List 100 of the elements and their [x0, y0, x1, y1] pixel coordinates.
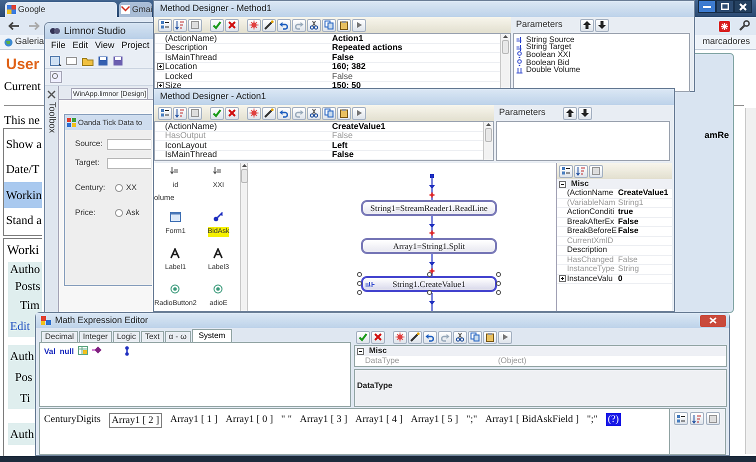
paste-button[interactable] — [337, 106, 351, 120]
menu-item[interactable]: File — [51, 39, 66, 53]
radio-button[interactable] — [115, 209, 123, 217]
move-up-button[interactable] — [580, 18, 594, 32]
expression-token[interactable]: ";" — [586, 413, 598, 426]
scrollbar[interactable] — [745, 108, 756, 454]
debug-button[interactable] — [393, 330, 407, 344]
cancel-button[interactable] — [225, 18, 239, 32]
text-field[interactable] — [107, 138, 151, 150]
property-row[interactable]: IsMainThread False — [155, 150, 483, 160]
expression-token[interactable]: Array1 [ 0 ] — [226, 413, 274, 426]
undo-button[interactable] — [277, 106, 291, 120]
scroll-thumb[interactable] — [502, 40, 509, 54]
run-button[interactable] — [352, 18, 366, 32]
editor-tab[interactable]: Logic — [112, 331, 140, 342]
property-row[interactable]: Location 160; 382 — [155, 62, 500, 72]
paste-button[interactable] — [483, 330, 497, 344]
move-up-button[interactable] — [563, 106, 577, 120]
parameter[interactable]: Boolean Bid — [526, 58, 570, 67]
browser-tab[interactable]: Gmai — [119, 2, 152, 17]
property-row[interactable]: (ActionName) CreateValue1 — [155, 122, 483, 132]
editor-tab[interactable]: System — [192, 329, 232, 342]
expression-token[interactable]: ";" — [466, 413, 478, 426]
categorized-button[interactable] — [158, 106, 172, 120]
cut-button[interactable] — [307, 106, 321, 120]
alphabetical-button[interactable] — [690, 412, 704, 425]
editor-tab[interactable]: α - ω — [164, 331, 191, 342]
categorized-button[interactable] — [674, 412, 688, 425]
restore-button[interactable] — [716, 0, 734, 13]
editor-tab[interactable]: Integer — [78, 331, 112, 342]
cancel-button[interactable] — [225, 106, 239, 120]
minimize-button[interactable] — [698, 0, 716, 13]
expression-token[interactable]: Array1 [ BidAskField ] — [485, 413, 579, 426]
expression-token[interactable]: (?) — [606, 413, 621, 426]
edit-link[interactable]: Edit — [8, 315, 30, 337]
categorized-button[interactable] — [158, 18, 172, 32]
property-row[interactable]: Description Repeated actions — [155, 44, 500, 53]
palette-item[interactable]: Val — [44, 346, 56, 358]
parameter[interactable]: Boolean XXI — [526, 50, 570, 59]
ok-button[interactable] — [210, 106, 224, 120]
property-row[interactable]: IsMainThread False — [155, 53, 500, 62]
parameter[interactable]: String Target — [526, 43, 572, 52]
property-row[interactable]: ActionConditi true — [557, 208, 672, 218]
cut-button[interactable] — [307, 18, 321, 32]
copy-button[interactable] — [468, 330, 482, 344]
scrollbar[interactable] — [483, 122, 493, 160]
property-row[interactable]: Description — [557, 246, 672, 256]
wand-button[interactable] — [262, 106, 276, 120]
run-button[interactable] — [352, 106, 366, 120]
expression-token[interactable]: Array1 [ 2 ] — [108, 413, 162, 428]
radio-button[interactable] — [115, 184, 123, 192]
alphabetical-button[interactable] — [173, 106, 187, 120]
undo-button[interactable] — [423, 330, 437, 344]
ok-button[interactable] — [356, 330, 370, 344]
scrollbar[interactable] — [240, 163, 248, 311]
menu-row[interactable]: Date/T — [4, 156, 42, 182]
move-down-button[interactable] — [595, 18, 609, 32]
property-row[interactable]: BreakBeforeE False — [557, 227, 672, 236]
debug-button[interactable] — [247, 18, 261, 32]
cancel-button[interactable] — [371, 330, 385, 344]
paste-button[interactable] — [337, 18, 351, 32]
editor-tab[interactable]: Text — [140, 331, 164, 342]
expression-token[interactable]: Array1 [ 1 ] — [170, 413, 218, 426]
expression-token[interactable]: Array1 [ 4 ] — [355, 413, 403, 426]
cut-button[interactable] — [453, 330, 467, 344]
parameter[interactable]: Double Volume — [526, 66, 580, 74]
property-row[interactable]: Locked False — [155, 72, 500, 82]
menu-item[interactable]: Project — [121, 39, 150, 53]
browser-tab[interactable]: Google — [5, 2, 117, 17]
wand-button[interactable] — [408, 330, 422, 344]
alphabetical-button[interactable] — [574, 164, 588, 178]
scrollbar[interactable] — [500, 34, 510, 91]
categorized-button[interactable] — [559, 164, 573, 178]
ok-button[interactable] — [210, 18, 224, 32]
alphabetical-button[interactable] — [173, 18, 187, 32]
menu-item[interactable]: View — [95, 39, 114, 53]
run-button[interactable] — [498, 330, 512, 344]
property-row[interactable]: InstanceValu 0 — [557, 274, 672, 284]
expression-token[interactable]: Array1 [ 5 ] — [410, 413, 458, 426]
menu-row[interactable]: Workin — [4, 182, 42, 208]
scroll-thumb[interactable] — [240, 169, 248, 183]
expression-token[interactable]: Array1 [ 3 ] — [300, 413, 348, 426]
expression-field[interactable]: CenturyDigits Array1 [ 2 ] Array1 [ 1 ] Array1 [ 0 ] " " Array1 [ 3 ] Array1 [ 4 ] Array1 [ 5 ] ";" Array1 [ BidAskField ] ";" (?) — [39, 408, 670, 455]
editor-tab[interactable]: Decimal — [41, 331, 78, 342]
expression-token[interactable]: CenturyDigits — [44, 413, 101, 426]
property-row[interactable]: (ActionName CreateValue1 — [557, 189, 672, 198]
copy-button[interactable] — [322, 106, 336, 120]
wand-button[interactable] — [262, 18, 276, 32]
property-row[interactable]: (ActionName) Action1 — [155, 34, 500, 44]
undo-button[interactable] — [277, 18, 291, 32]
parameter[interactable]: String Source — [526, 36, 574, 44]
property-row[interactable]: BreakAfterEx False — [557, 218, 672, 227]
debug-button[interactable] — [247, 106, 261, 120]
flow-node[interactable]: Array1=String1.Split — [361, 238, 497, 254]
toolbox-tab[interactable]: Toolbox — [45, 102, 58, 134]
move-down-button[interactable] — [578, 106, 592, 120]
bookmark[interactable]: marcadores — [702, 35, 750, 49]
resize-handle[interactable] — [427, 272, 432, 277]
flow-node[interactable]: String1=StreamReader1.ReadLine — [361, 200, 497, 216]
text-field[interactable] — [107, 158, 151, 168]
